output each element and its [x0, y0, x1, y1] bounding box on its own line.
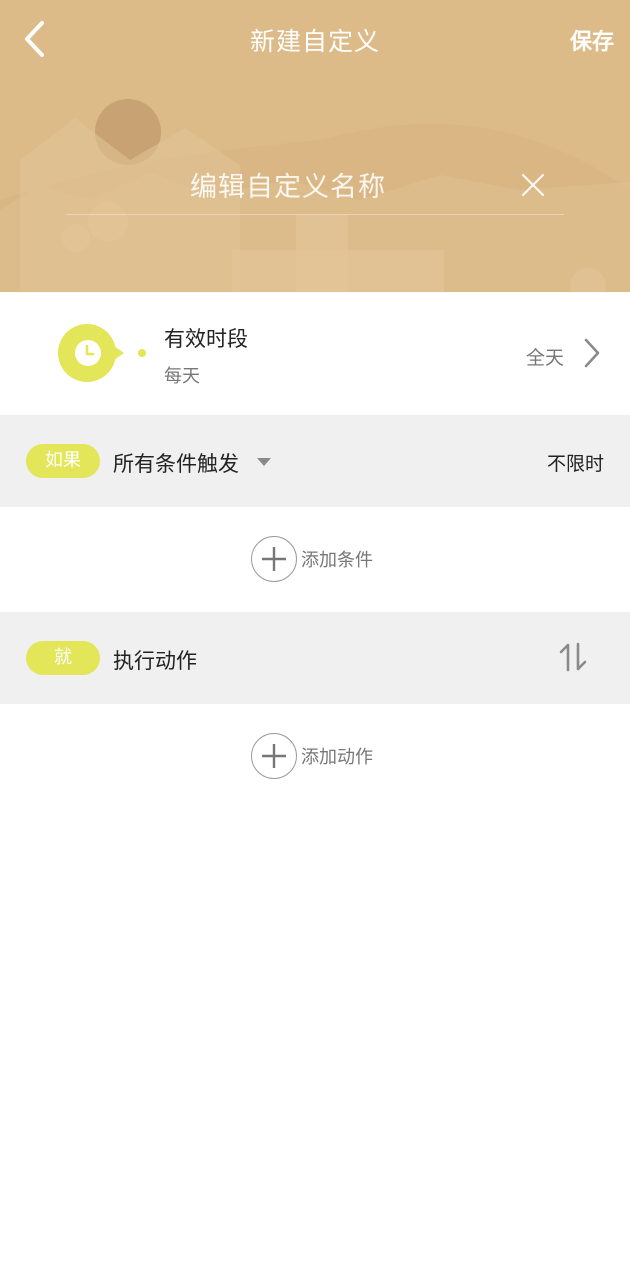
condition-section-header: 如果 所有条件触发 不限时	[0, 415, 630, 507]
caret-down-icon	[257, 458, 271, 466]
effective-time-row[interactable]: 有效时段 每天 全天	[0, 292, 630, 415]
time-period-title: 有效时段	[164, 327, 248, 351]
add-circle	[251, 536, 297, 582]
condition-add-area: 添加条件	[0, 507, 630, 612]
action-section-header: 就 执行动作	[0, 612, 630, 704]
save-button[interactable]: 保存	[570, 24, 614, 56]
trigger-mode-label: 所有条件触发	[113, 452, 239, 476]
clock-icon	[58, 324, 146, 382]
time-period-range: 全天	[525, 347, 564, 369]
header-banner: 新建自定义 保存	[0, 0, 630, 292]
plus-icon	[262, 744, 286, 768]
add-condition-button[interactable]: 添加条件	[251, 535, 373, 583]
then-badge: 就	[26, 641, 100, 675]
page-title: 新建自定义	[249, 27, 380, 56]
add-action-button[interactable]: 添加动作	[251, 732, 373, 780]
close-icon	[521, 173, 545, 197]
add-condition-label: 添加条件	[301, 550, 373, 571]
add-circle	[251, 733, 297, 779]
clear-button[interactable]	[520, 172, 546, 198]
if-badge: 如果	[26, 444, 100, 478]
action-add-area: 添加动作	[0, 704, 630, 809]
chevron-right-icon	[584, 338, 600, 368]
add-action-label: 添加动作	[301, 747, 373, 768]
name-input[interactable]	[66, 158, 510, 216]
action-section-title: 执行动作	[113, 649, 197, 673]
time-limit-option[interactable]: 不限时	[547, 449, 604, 476]
name-field-wrapper	[66, 158, 564, 216]
time-period-repeat: 每天	[164, 366, 200, 387]
sort-actions-button[interactable]	[558, 642, 588, 676]
sort-arrows-icon	[559, 642, 587, 672]
plus-icon	[262, 547, 286, 571]
